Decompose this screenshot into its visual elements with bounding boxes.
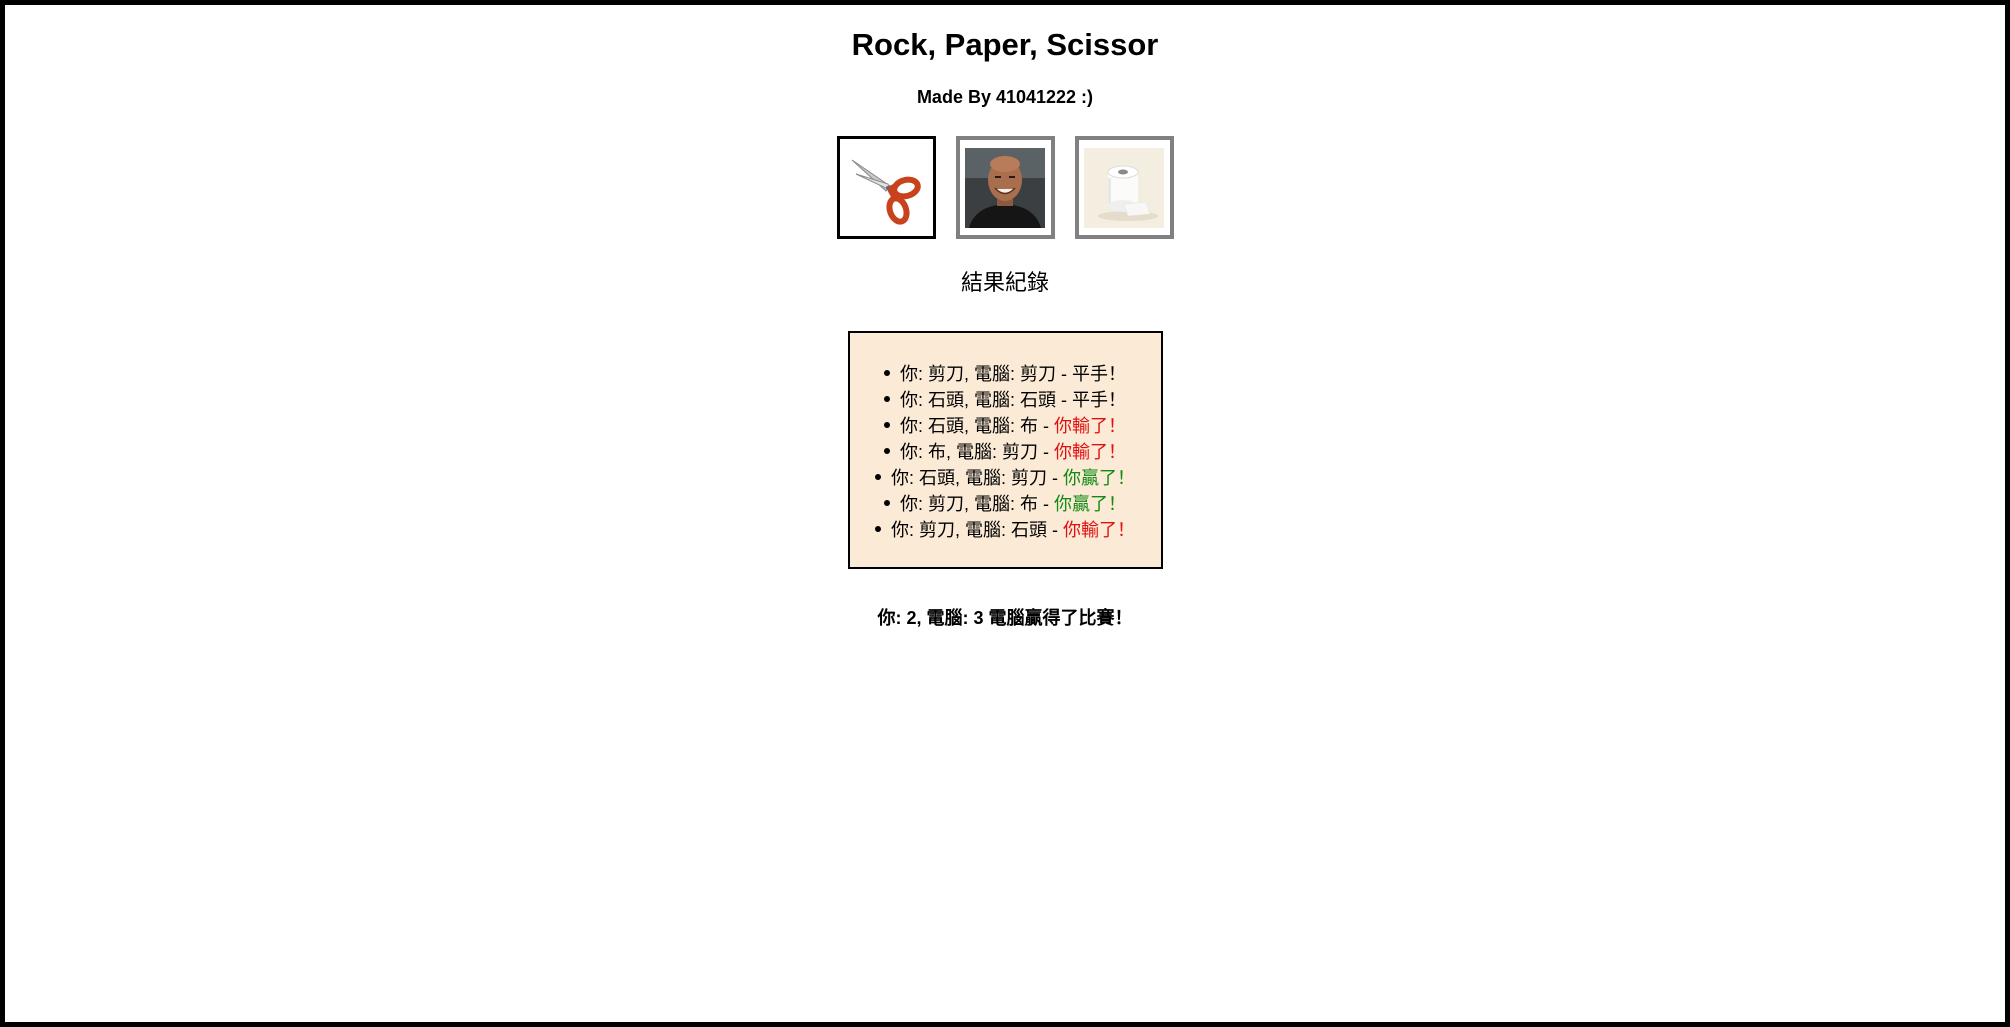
log-entry-result: 平手！ (1072, 390, 1126, 410)
log-entry-result: 你輸了！ (1054, 442, 1126, 462)
list-item: 你: 石頭, 電腦: 布 - 你輸了！ (850, 413, 1161, 439)
page-title: Rock, Paper, Scissor (851, 27, 1159, 62)
log-entry-text: 你: 石頭, 電腦: 石頭 - (899, 390, 1072, 410)
rock-button[interactable] (955, 136, 1055, 239)
log-entry-text: 你: 剪刀, 電腦: 石頭 - (890, 520, 1063, 540)
result-log: 你: 剪刀, 電腦: 剪刀 - 平手！ 你: 石頭, 電腦: 石頭 - 平手！ … (847, 331, 1163, 569)
bullet-icon (883, 396, 890, 403)
bullet-icon (874, 474, 881, 481)
log-entry-result: 你贏了！ (1063, 468, 1135, 488)
rock-face-photo (965, 147, 1045, 228)
game-frame: Rock, Paper, Scissor Made By 41041222 :) (0, 0, 2010, 1027)
choice-buttons (5, 136, 2005, 239)
bullet-icon (883, 422, 890, 429)
log-heading: 結果紀錄 (960, 270, 1049, 295)
list-item: 你: 剪刀, 電腦: 剪刀 - 平手！ (850, 361, 1161, 387)
bullet-icon (883, 448, 890, 455)
log-entry-text: 你: 石頭, 電腦: 剪刀 - (890, 468, 1063, 488)
score-summary: 你: 2, 電腦: 3 電腦贏得了比賽！ (877, 608, 1133, 628)
list-item: 你: 布, 電腦: 剪刀 - 你輸了！ (850, 439, 1161, 465)
bullet-icon (874, 526, 881, 533)
paper-button[interactable] (1074, 136, 1174, 239)
list-item: 你: 剪刀, 電腦: 布 - 你贏了！ (850, 491, 1161, 517)
author-credit: Made By 41041222 :) (916, 87, 1094, 107)
log-entry-result: 你贏了！ (1054, 494, 1126, 514)
log-entry-text: 你: 剪刀, 電腦: 剪刀 - (899, 364, 1072, 384)
toilet-paper-icon (1084, 147, 1164, 228)
log-entry-result: 你輸了！ (1054, 416, 1126, 436)
log-entry-text: 你: 布, 電腦: 剪刀 - (899, 442, 1054, 462)
result-list: 你: 剪刀, 電腦: 剪刀 - 平手！ 你: 石頭, 電腦: 石頭 - 平手！ … (850, 361, 1161, 543)
bullet-icon (883, 370, 890, 377)
log-entry-result: 你輸了！ (1063, 520, 1135, 540)
scissors-icon (851, 159, 921, 225)
log-entry-result: 平手！ (1072, 364, 1126, 384)
list-item: 你: 剪刀, 電腦: 石頭 - 你輸了！ (850, 517, 1161, 543)
scissors-button[interactable] (836, 136, 936, 239)
log-entry-text: 你: 石頭, 電腦: 布 - (899, 416, 1054, 436)
bullet-icon (883, 500, 890, 507)
list-item: 你: 石頭, 電腦: 石頭 - 平手！ (850, 387, 1161, 413)
log-entry-text: 你: 剪刀, 電腦: 布 - (899, 494, 1054, 514)
list-item: 你: 石頭, 電腦: 剪刀 - 你贏了！ (850, 465, 1161, 491)
